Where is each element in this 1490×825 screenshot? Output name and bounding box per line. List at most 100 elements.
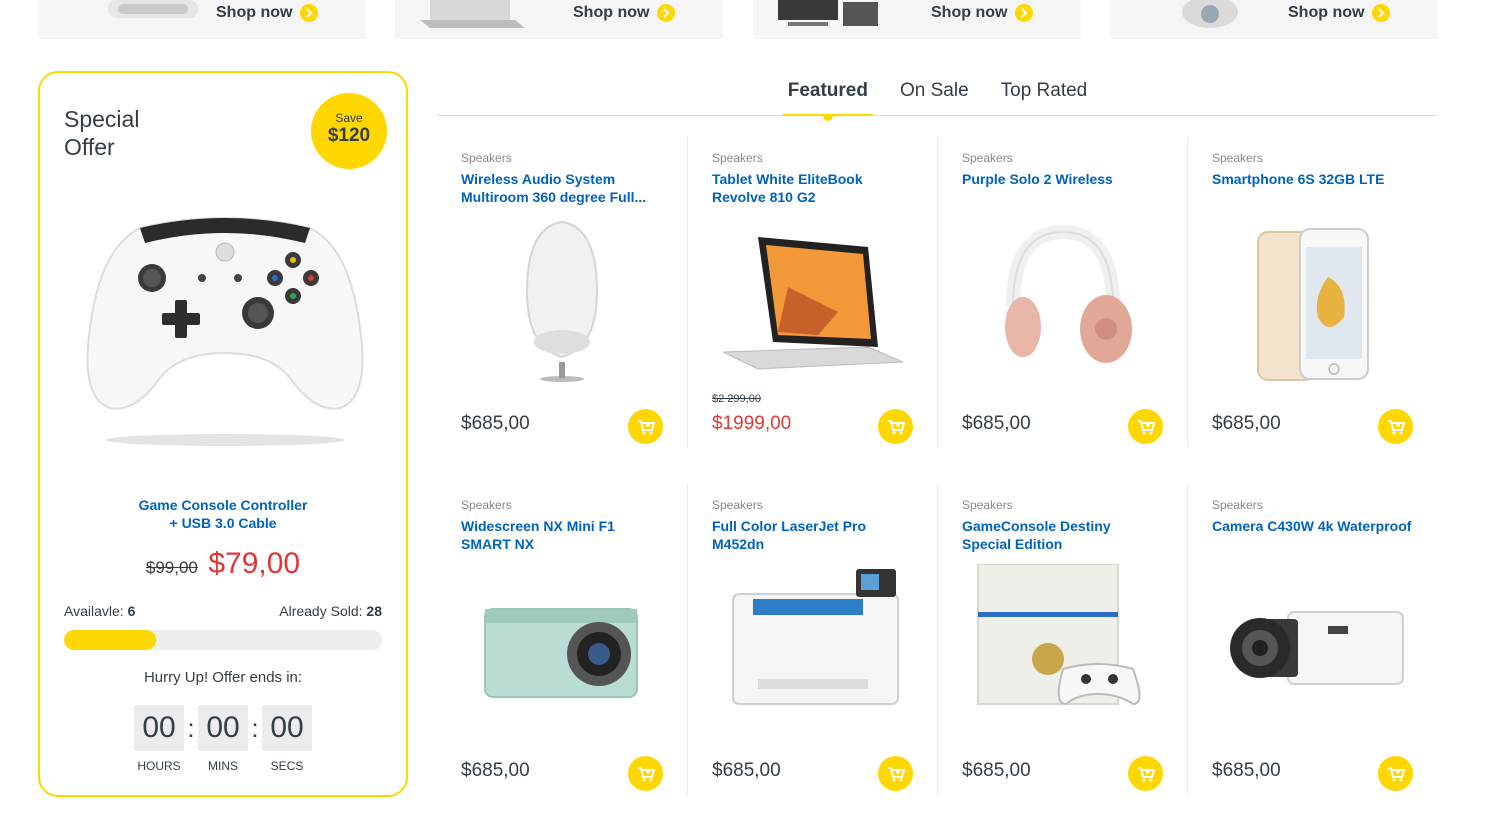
laptop-image[interactable] [718,217,908,382]
product-card: Speakers GameConsole Destiny Special Edi… [937,484,1187,794]
chevron-right-icon [300,4,319,22]
vr-headset-image [108,0,198,18]
add-to-cart-button[interactable] [878,409,913,444]
shop-now-label[interactable]: Shop now [931,4,1007,22]
secs-value: 00 [262,705,312,751]
promo-banner-4[interactable]: Shop now [1110,0,1438,39]
save-amount: $120 [327,125,371,146]
add-to-cart-button[interactable] [1128,409,1163,444]
sold-label: Already Sold: [279,603,363,619]
tab-on-sale[interactable]: On Sale [895,78,974,116]
product-category[interactable]: Speakers [1212,151,1263,165]
sold-progress-bar [64,630,382,650]
chevron-right-icon [657,4,676,22]
speaker-image[interactable] [467,217,657,382]
sold-progress-fill [64,630,157,650]
product-category[interactable]: Speakers [461,498,512,512]
product-category[interactable]: Speakers [962,498,1013,512]
game-console-image[interactable] [968,564,1158,729]
printer-image[interactable] [718,564,908,729]
product-category[interactable]: Speakers [712,151,763,165]
add-to-cart-button[interactable] [1378,756,1413,791]
tab-featured[interactable]: Featured [782,78,873,121]
laptop-image [420,0,525,28]
product-card: Speakers Camera C430W 4k Waterproof $685… [1187,484,1437,794]
product-tabs: Featured On Sale Top Rated [437,78,1438,121]
chevron-right-icon [1372,4,1391,22]
product-category[interactable]: Speakers [962,151,1013,165]
product-name[interactable]: Smartphone 6S 32GB LTE [1212,170,1412,188]
add-to-cart-button[interactable] [628,409,663,444]
chevron-right-icon [1015,4,1034,22]
shop-now-label[interactable]: Shop now [216,4,292,22]
cart-icon [637,419,655,434]
cart-icon [887,766,905,781]
product-name[interactable]: Full Color LaserJet Pro M452dn [712,517,912,553]
product-name[interactable]: Wireless Audio System Multiroom 360 degr… [461,170,661,206]
promo-banner-2[interactable]: Shop now [395,0,723,39]
product-category[interactable]: Speakers [1212,498,1263,512]
cart-icon [637,766,655,781]
countdown-mins: 00 MINS [198,705,248,773]
product-price: $685,00 [461,760,530,781]
countdown-hours: 00 HOURS [134,705,184,773]
camcorder-image[interactable] [1218,564,1408,729]
desktop-image [778,0,878,26]
special-offer-title: Special Offer [64,106,140,160]
available-value: 6 [127,603,136,619]
product-card: Speakers Full Color LaserJet Pro M452dn … [687,484,937,794]
special-offer-product-name[interactable]: Game Console Controller + USB 3.0 Cable [40,496,406,532]
promo-banner-1[interactable]: Shop now [38,0,366,39]
product-card: Speakers Tablet White EliteBook Revolve … [687,137,937,447]
sold-value: 28 [366,603,382,619]
stock-info: Availavle: 6 Already Sold: 28 [64,603,382,619]
product-category[interactable]: Speakers [712,498,763,512]
product-price: $685,00 [461,413,530,434]
product-name[interactable]: Widescreen NX Mini F1 SMART NX [461,517,661,553]
product-category[interactable]: Speakers [461,151,512,165]
product-name[interactable]: Tablet White EliteBook Revolve 810 G2 [712,170,912,206]
product-card: Speakers Smartphone 6S 32GB LTE $685,00 [1187,137,1437,447]
add-to-cart-button[interactable] [878,756,913,791]
countdown-secs: 00 SECS [262,705,312,773]
product-price: $685,00 [1212,413,1281,434]
special-offer-card: Special Offer Save $120 Game Console Con… [38,71,408,797]
headphones-image[interactable] [968,217,1158,382]
cart-icon [1137,766,1155,781]
add-to-cart-button[interactable] [1128,756,1163,791]
hours-value: 00 [134,705,184,751]
product-name-line1[interactable]: Game Console Controller [40,496,406,514]
product-name[interactable]: Camera C430W 4k Waterproof [1212,517,1412,535]
shop-now-label[interactable]: Shop now [1288,4,1364,22]
product-old-price: $2 299,00 [712,393,761,405]
sold-info: Already Sold: 28 [279,603,382,619]
add-to-cart-button[interactable] [628,756,663,791]
product-name-line2[interactable]: + USB 3.0 Cable [40,514,406,532]
product-name[interactable]: Purple Solo 2 Wireless [962,170,1162,188]
secs-label: SECS [270,759,304,773]
product-price: $685,00 [962,760,1031,781]
product-card: Speakers Widescreen NX Mini F1 SMART NX … [437,484,687,794]
countdown-separator: : [187,713,195,743]
promo-banner-3[interactable]: Shop now [753,0,1081,39]
old-price: $99,00 [145,558,198,577]
product-card: Speakers Wireless Audio System Multiroom… [437,137,687,447]
mins-value: 00 [198,705,248,751]
special-offer-prices: $99,00 $79,00 [40,547,406,581]
tab-top-rated[interactable]: Top Rated [996,78,1093,116]
product-price: $685,00 [1212,760,1281,781]
shop-now-label[interactable]: Shop now [573,4,649,22]
countdown-separator: : [251,713,259,743]
game-controller-image[interactable] [80,208,370,453]
camera-image[interactable] [467,564,657,729]
hurry-text: Hurry Up! Offer ends in: [143,669,303,686]
available-info: Availavle: 6 [64,603,135,619]
product-price: $685,00 [712,760,781,781]
vr-goggles-image [1182,0,1238,28]
product-name[interactable]: GameConsole Destiny Special Edition [962,517,1162,553]
add-to-cart-button[interactable] [1378,409,1413,444]
available-label: Availavle: [64,603,124,619]
save-label: Save [335,111,363,125]
hours-label: HOURS [137,759,181,773]
smartphone-image[interactable] [1218,217,1408,382]
